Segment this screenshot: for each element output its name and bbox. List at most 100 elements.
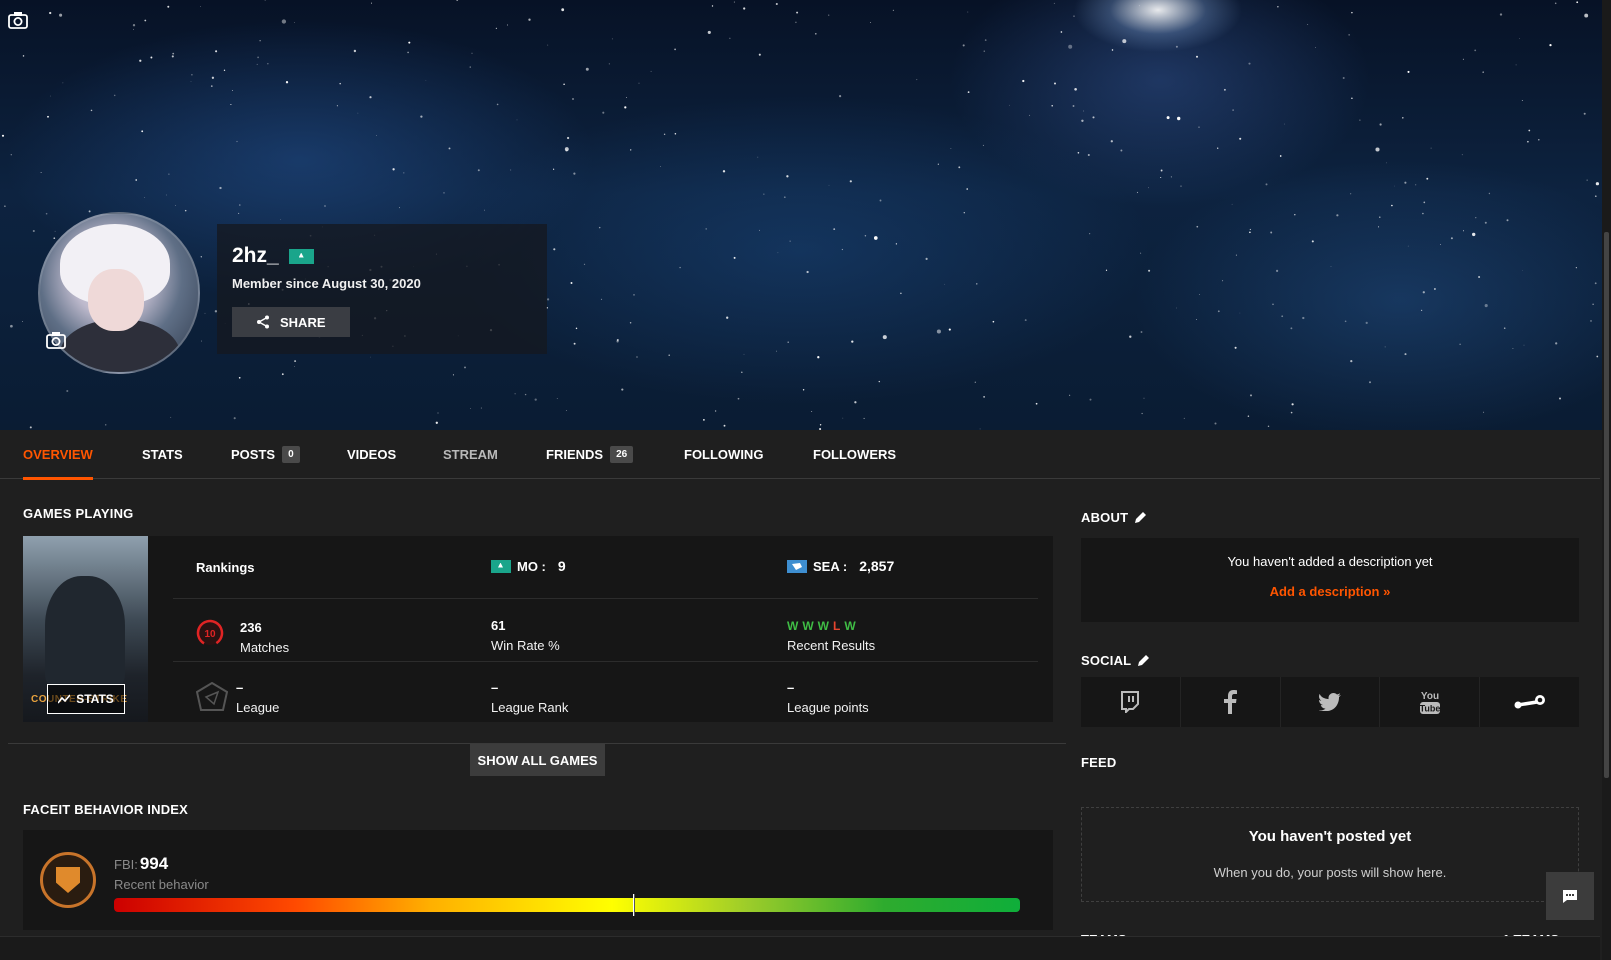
league-points-label: League points: [787, 700, 869, 715]
rankings-label: Rankings: [196, 560, 255, 575]
recent-results: WWWLW: [787, 618, 875, 633]
game-stats-grid: Rankings MO : 9 SEA : 2,857 10 236 Match…: [173, 536, 1038, 722]
tab-followers[interactable]: FOLLOWERS: [813, 430, 896, 479]
posts-count-badge: 0: [282, 446, 300, 463]
social-twitch[interactable]: [1081, 677, 1181, 727]
chat-icon: [1563, 889, 1577, 903]
feed-empty-title: You haven't posted yet: [1248, 828, 1412, 845]
share-button[interactable]: SHARE: [232, 307, 350, 337]
country-flag-icon: [288, 248, 314, 264]
result-item: W: [817, 619, 829, 633]
social-facebook[interactable]: [1181, 677, 1281, 727]
tab-friends[interactable]: FRIENDS 26: [546, 430, 634, 479]
country-flag-icon: [491, 559, 511, 573]
username: 2hz_: [232, 244, 279, 267]
profile-banner: [0, 0, 1611, 430]
sea-region-flag-icon: [787, 559, 807, 573]
game-stats-button[interactable]: STATS: [47, 684, 125, 714]
star-field: [1, 0, 1610, 430]
share-icon: [257, 315, 269, 329]
tab-label: STREAM: [443, 447, 498, 462]
league-points-value: –: [787, 680, 795, 695]
matches-value: 236: [240, 620, 262, 635]
recent-results-label: Recent Results: [787, 638, 876, 653]
twitch-icon: [1121, 691, 1140, 713]
games-playing-title: GAMES PLAYING: [23, 506, 134, 521]
bottom-strip: [0, 936, 1600, 960]
youtube-icon: You Tube: [1419, 691, 1440, 714]
result-item: L: [832, 619, 841, 633]
banner-camera-icon[interactable]: [8, 11, 28, 29]
feed-empty-box: You haven't posted yet When you do, your…: [1081, 807, 1579, 902]
tab-label: VIDEOS: [347, 447, 397, 462]
fbi-card: FBI: 994 Recent behavior: [23, 830, 1053, 930]
edit-icon[interactable]: [1137, 654, 1150, 667]
tab-overview[interactable]: OVERVIEW: [23, 430, 93, 480]
chat-button[interactable]: [1546, 872, 1594, 920]
about-box: You haven't added a description yet Add …: [1081, 538, 1579, 622]
avatar: [38, 212, 200, 374]
skill-level-icon: 10: [196, 619, 224, 647]
tab-label: FOLLOWING: [684, 447, 764, 462]
league-value: –: [236, 680, 244, 695]
social-title: SOCIAL: [1081, 653, 1150, 668]
trend-icon: [58, 694, 71, 704]
social-steam[interactable]: [1480, 677, 1579, 727]
tab-videos[interactable]: VIDEOS: [347, 430, 396, 479]
result-item: W: [802, 619, 814, 633]
add-description-link[interactable]: Add a description »: [1081, 584, 1579, 599]
winrate-label: Win Rate %: [491, 638, 560, 653]
fbi-score-row: FBI: 994: [114, 854, 168, 874]
profile-card: 2hz_ Member since August 30, 2020 SHARE: [217, 224, 547, 354]
svg-text:Tube: Tube: [1419, 704, 1440, 714]
social-links: You Tube: [1081, 677, 1579, 727]
tab-label: STATS: [142, 447, 183, 462]
about-title-label: ABOUT: [1081, 510, 1129, 525]
tab-posts[interactable]: POSTS 0: [231, 430, 300, 479]
tab-label: OVERVIEW: [23, 447, 93, 462]
steam-icon: [1514, 695, 1545, 709]
page-scrollbar[interactable]: [1602, 0, 1611, 960]
tab-label: POSTS: [231, 447, 276, 462]
tab-label: FOLLOWERS: [813, 447, 897, 462]
league-rank-label: League Rank: [491, 700, 569, 715]
fbi-gradient-bar: [114, 894, 1020, 916]
fbi-shield-icon: [40, 852, 96, 908]
fbi-marker: [633, 894, 636, 916]
show-all-games-button[interactable]: SHOW ALL GAMES: [470, 744, 605, 776]
league-rank-value: –: [491, 680, 499, 695]
fbi-subtitle: Recent behavior: [114, 877, 209, 892]
tab-stream[interactable]: STREAM: [443, 430, 498, 479]
game-card: COUNTER-STRIKE STATS Rankings MO : 9 SEA…: [23, 536, 1053, 722]
region-sea: SEA : 2,857: [787, 558, 894, 574]
svg-text:You: You: [1421, 691, 1439, 702]
social-twitter[interactable]: [1281, 677, 1381, 727]
tab-following[interactable]: FOLLOWING: [684, 430, 763, 479]
result-item: W: [844, 619, 856, 633]
result-item: W: [787, 619, 799, 633]
winrate-value: 61: [491, 618, 506, 633]
game-stats-label: STATS: [76, 692, 114, 706]
scrollbar-thumb[interactable]: [1604, 232, 1609, 778]
friends-count-badge: 26: [610, 446, 634, 463]
avatar-camera-icon[interactable]: [46, 331, 66, 349]
region-mo-value: 9: [557, 558, 566, 574]
twitter-icon: [1318, 693, 1341, 711]
member-since: Member since August 30, 2020: [232, 276, 421, 291]
fbi-score: 994: [139, 854, 169, 873]
region-sea-label: SEA :: [813, 558, 848, 574]
social-title-label: SOCIAL: [1081, 653, 1132, 668]
about-message: You haven't added a description yet: [1227, 554, 1433, 569]
skill-level-value: 10: [204, 629, 216, 640]
share-label: SHARE: [280, 314, 326, 330]
about-title: ABOUT: [1081, 510, 1147, 525]
feed-empty-subtitle: When you do, your posts will show here.: [1213, 865, 1447, 880]
edit-icon[interactable]: [1134, 511, 1147, 524]
region-mo: MO : 9: [491, 558, 566, 574]
region-sea-value: 2,857: [859, 558, 895, 574]
feed-title: FEED: [1081, 755, 1117, 770]
fbi-prefix: FBI:: [114, 857, 138, 872]
social-youtube[interactable]: You Tube: [1380, 677, 1481, 727]
league-label: League: [236, 700, 280, 715]
tab-stats[interactable]: STATS: [142, 430, 183, 479]
